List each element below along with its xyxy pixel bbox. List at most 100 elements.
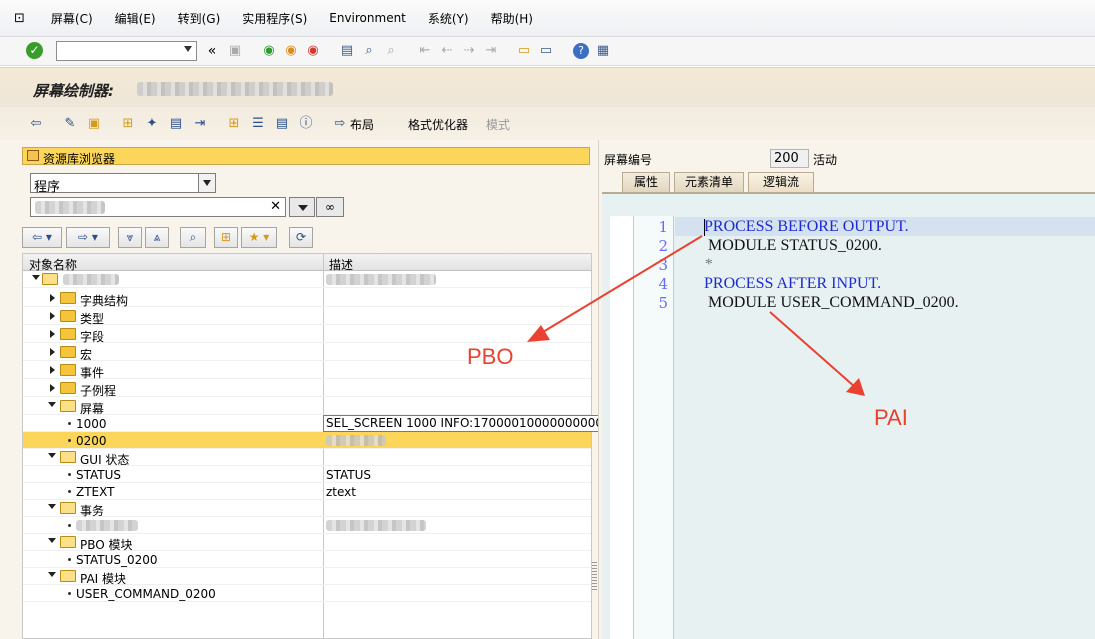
collapsed-triangle-icon[interactable] bbox=[50, 366, 55, 374]
find-next-icon[interactable]: ⌕ bbox=[383, 43, 399, 59]
tree-node-status[interactable]: STATUS STATUS bbox=[23, 466, 591, 483]
back-arrow-icon[interactable]: ⇦ bbox=[28, 116, 44, 132]
info-icon[interactable]: ⓘ bbox=[298, 116, 314, 132]
hierarchy-icon[interactable]: ⊞ bbox=[120, 116, 136, 132]
find-in-tree-button[interactable]: ⌕ bbox=[180, 227, 206, 248]
chevron-down-icon[interactable] bbox=[198, 174, 215, 192]
next-page-icon[interactable]: ⇢ bbox=[461, 43, 477, 59]
collapsed-triangle-icon[interactable] bbox=[50, 384, 55, 392]
collapsed-triangle-icon[interactable] bbox=[50, 312, 55, 320]
shortcut-icon[interactable]: ▭ bbox=[538, 43, 554, 59]
command-field[interactable] bbox=[56, 41, 197, 61]
activate-icon[interactable]: ▤ bbox=[168, 116, 184, 132]
tree-node-pai-modules[interactable]: PAI 模块 bbox=[23, 568, 591, 586]
collapsed-triangle-icon[interactable] bbox=[50, 330, 55, 338]
collapsed-triangle-icon[interactable] bbox=[50, 348, 55, 356]
screen-number-label: 屏幕编号 bbox=[604, 153, 653, 167]
enter-check-icon[interactable]: ✓ bbox=[26, 42, 43, 59]
tree-node-subroutines[interactable]: 子例程 bbox=[23, 380, 591, 398]
create-object-button[interactable]: ⊞ bbox=[214, 227, 238, 248]
object-name-input[interactable]: ✕ bbox=[30, 197, 286, 217]
tree-node-screens[interactable]: 屏幕 bbox=[23, 398, 591, 416]
exit-icon[interactable]: ◉ bbox=[283, 43, 299, 59]
previous-object-button[interactable]: ⇦ ▾ bbox=[22, 227, 62, 248]
prev-page-icon[interactable]: ⇠ bbox=[439, 43, 455, 59]
tree-root-row[interactable] bbox=[23, 271, 591, 288]
line-number: 2 bbox=[658, 237, 668, 255]
folder-open-icon bbox=[42, 273, 58, 285]
pretty-printer-button[interactable]: 格式优化器 bbox=[408, 116, 468, 133]
layout-arrow-icon[interactable]: ⇨ bbox=[332, 116, 348, 132]
collapse-all-button[interactable]: ⩓ bbox=[145, 227, 169, 248]
print-icon[interactable]: ▤ bbox=[339, 43, 355, 59]
find-icon[interactable]: ⌕ bbox=[361, 43, 377, 59]
tree-node-dict-structures[interactable]: 字典结构 bbox=[23, 290, 591, 308]
tree-node-screen-0200[interactable]: 0200 bbox=[23, 432, 591, 449]
object-type-select[interactable]: 程序 bbox=[30, 173, 216, 195]
tree-node-transaction-item[interactable] bbox=[23, 517, 591, 534]
expand-triangle-icon[interactable] bbox=[48, 453, 56, 458]
expand-triangle-icon[interactable] bbox=[48, 538, 56, 543]
expand-all-button[interactable]: ⩔ bbox=[118, 227, 142, 248]
last-page-icon[interactable]: ⇥ bbox=[483, 43, 499, 59]
menu-environment[interactable]: Environment bbox=[329, 11, 406, 25]
where-used-icon[interactable]: ☰ bbox=[250, 116, 266, 132]
collapsed-triangle-icon[interactable] bbox=[50, 294, 55, 302]
expand-triangle-icon[interactable] bbox=[48, 504, 56, 509]
splitter-handle[interactable] bbox=[592, 562, 597, 592]
tree-node-status-0200[interactable]: STATUS_0200 bbox=[23, 551, 591, 568]
flow-logic-editor[interactable]: 1 2 3 4 5 PROCESS BEFORE OUTPUT. MODULE … bbox=[602, 192, 1095, 639]
layout-button[interactable]: 布局 bbox=[350, 116, 374, 133]
check-wand-icon[interactable]: ✦ bbox=[144, 116, 160, 132]
first-page-icon[interactable]: ⇤ bbox=[417, 43, 433, 59]
cancel-icon[interactable]: ◉ bbox=[305, 43, 321, 59]
code-line-module-user-command[interactable]: MODULE USER_COMMAND_0200. bbox=[704, 294, 959, 312]
tree-node-ztext[interactable]: ZTEXT ztext bbox=[23, 483, 591, 500]
code-line-comment[interactable]: * bbox=[704, 256, 712, 274]
code-line-pai[interactable]: PROCESS AFTER INPUT. bbox=[704, 275, 881, 293]
refresh-button[interactable]: ⟳ bbox=[289, 227, 313, 248]
save-icon[interactable]: ▣ bbox=[227, 43, 243, 59]
customize-layout-icon[interactable]: ▦ bbox=[595, 43, 611, 59]
history-back-icon[interactable]: « bbox=[204, 43, 220, 59]
object-list-icon[interactable]: ⊞ bbox=[226, 116, 242, 132]
new-session-icon[interactable]: ▭ bbox=[516, 43, 532, 59]
favorites-button[interactable]: ★ ▾ bbox=[241, 227, 277, 248]
pattern-button[interactable]: 模式 bbox=[486, 116, 510, 133]
help-icon[interactable]: ? bbox=[573, 43, 589, 59]
tab-element-list[interactable]: 元素清单 bbox=[674, 172, 744, 192]
tab-flow-logic[interactable]: 逻辑流 bbox=[748, 172, 814, 192]
menu-edit[interactable]: 编辑(E) bbox=[115, 10, 156, 27]
active-inactive-icon[interactable]: ▣ bbox=[86, 116, 102, 132]
code-line-module-status[interactable]: MODULE STATUS_0200. bbox=[704, 237, 882, 255]
bullet-icon bbox=[68, 592, 71, 595]
menu-help[interactable]: 帮助(H) bbox=[491, 10, 533, 27]
tree-node-gui-status[interactable]: GUI 状态 bbox=[23, 449, 591, 467]
menu-goto[interactable]: 转到(G) bbox=[178, 10, 221, 27]
chevron-down-icon[interactable] bbox=[184, 46, 192, 52]
expand-triangle-icon[interactable] bbox=[48, 402, 56, 407]
tree-node-fields[interactable]: 字段 bbox=[23, 326, 591, 344]
next-object-button[interactable]: ⇨ ▾ bbox=[66, 227, 110, 248]
tree-node-user-command-0200[interactable]: USER_COMMAND_0200 bbox=[23, 585, 591, 602]
expand-triangle-icon[interactable] bbox=[32, 275, 40, 280]
tree-node-types[interactable]: 类型 bbox=[23, 308, 591, 326]
clear-icon[interactable]: ✕ bbox=[270, 199, 281, 214]
display-object-icon[interactable]: ▤ bbox=[274, 116, 290, 132]
tab-attributes[interactable]: 属性 bbox=[622, 172, 670, 192]
tree-node-transactions[interactable]: 事务 bbox=[23, 500, 591, 518]
code-line-pbo[interactable]: PROCESS BEFORE OUTPUT. bbox=[704, 218, 909, 236]
display-change-icon[interactable]: ✎ bbox=[62, 116, 78, 132]
test-icon[interactable]: ⇥ bbox=[192, 116, 208, 132]
back-icon[interactable]: ◉ bbox=[261, 43, 277, 59]
object-history-button[interactable] bbox=[289, 197, 315, 217]
hierarchy-icon bbox=[27, 150, 39, 161]
expand-triangle-icon[interactable] bbox=[48, 572, 56, 577]
menu-icon[interactable]: ⊡ bbox=[14, 11, 25, 26]
tree-node-pbo-modules[interactable]: PBO 模块 bbox=[23, 534, 591, 552]
menu-utilities[interactable]: 实用程序(S) bbox=[242, 10, 307, 27]
tree-node-label: 字段 bbox=[80, 330, 105, 344]
display-glasses-icon[interactable]: ∞ bbox=[316, 197, 344, 217]
menu-system[interactable]: 系统(Y) bbox=[428, 10, 469, 27]
menu-screen[interactable]: 屏幕(C) bbox=[51, 10, 93, 27]
